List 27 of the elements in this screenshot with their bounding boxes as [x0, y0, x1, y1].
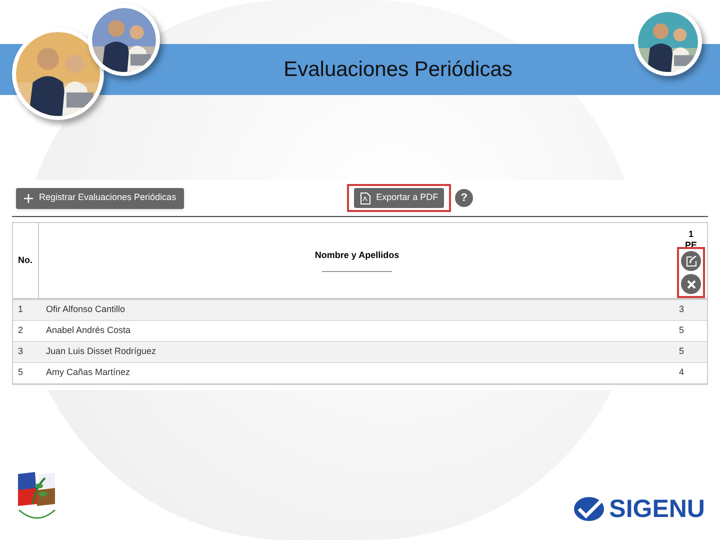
table-cell-text: 2 — [17, 324, 24, 338]
table-cell-text: Juan Luis Disset Rodríguez — [45, 345, 158, 358]
export-pdf-button[interactable]: Exportar a PDF — [354, 188, 444, 208]
close-icon — [686, 280, 696, 288]
register-button[interactable]: Registrar Evaluaciones Periódicas — [16, 188, 184, 208]
table-cell-text: 3 — [678, 303, 686, 316]
table-cell-text: 4 — [678, 366, 686, 380]
pdf-icon — [360, 192, 372, 204]
plus-icon — [24, 194, 33, 202]
table-cell-text: 1 — [17, 303, 24, 316]
table-cell-text: Ofir Alfonso Cantillo — [45, 303, 126, 316]
table-cell-text: Anabel Andrés Costa — [45, 324, 132, 338]
edit-icon — [686, 256, 696, 266]
table-cell-text: 5 — [17, 366, 24, 380]
delete-button[interactable] — [681, 274, 701, 294]
column-header: 1 — [688, 229, 694, 240]
slide-title: Evaluaciones Periódicas — [284, 56, 512, 83]
column-header: No. — [18, 254, 32, 267]
brand-name: SIGENU — [609, 496, 705, 522]
check-logo-icon — [573, 496, 606, 522]
help-button[interactable]: ? — [455, 189, 474, 207]
table-cell-text: 3 — [17, 345, 24, 358]
table-cell-text: 5 — [678, 345, 686, 358]
edit-button[interactable] — [681, 251, 701, 271]
table-cell-text: Amy Cañas Martínez — [45, 366, 132, 380]
table-cell-text: 5 — [678, 324, 686, 338]
column-header: Nombre y Apellidos — [314, 249, 400, 262]
